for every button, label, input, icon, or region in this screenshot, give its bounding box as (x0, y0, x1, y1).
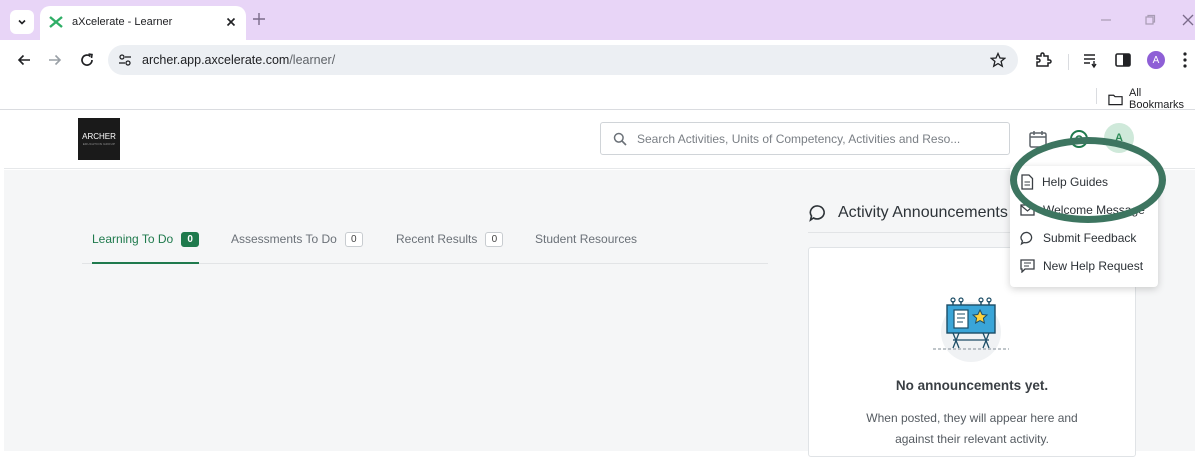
search-icon (613, 132, 627, 146)
tab-count-badge: 0 (485, 232, 504, 247)
message-icon (1020, 259, 1035, 273)
menu-item-label: Submit Feedback (1043, 231, 1137, 245)
calendar-icon[interactable] (1028, 129, 1048, 149)
url-host: archer.app.axcelerate.com (142, 53, 290, 67)
app-header: ARCHER EDUCATION GROUP A (4, 111, 1195, 169)
menu-item-new-help-request[interactable]: New Help Request (1020, 254, 1143, 278)
tab-close-button[interactable] (222, 13, 240, 31)
back-arrow-icon[interactable] (16, 52, 32, 68)
close-icon (226, 17, 236, 27)
document-icon (1021, 174, 1034, 190)
extensions-puzzle-icon[interactable] (1034, 51, 1052, 69)
empty-state-description: When posted, they will appear here and a… (866, 411, 1078, 446)
logo-text: ARCHER (82, 132, 116, 141)
speech-bubble-icon (1020, 231, 1033, 245)
browser-tab-active[interactable]: aXcelerate - Learner (40, 6, 246, 40)
learner-tabs: Learning To Do 0 Assessments To Do 0 Rec… (82, 232, 768, 264)
reload-icon[interactable] (79, 52, 95, 68)
site-info-tune-icon[interactable] (118, 53, 132, 67)
user-avatar[interactable]: A (1104, 123, 1134, 153)
help-dropdown-menu: Help Guides Welcome Message Submit Feedb… (1010, 166, 1158, 287)
global-search[interactable] (600, 122, 1010, 155)
billboard-illustration-icon (933, 297, 1009, 362)
tab-label: Learning To Do (92, 232, 174, 246)
empty-state-title: No announcements yet. (895, 378, 1049, 393)
chevron-down-icon (18, 19, 26, 25)
help-circle-icon[interactable] (1069, 129, 1089, 149)
toolbar-divider (1068, 54, 1069, 70)
address-bar[interactable]: archer.app.axcelerate.com/learner/ (108, 45, 1018, 75)
tab-label: Student Resources (535, 232, 638, 246)
menu-item-help-guides[interactable]: Help Guides (1020, 170, 1108, 194)
announcements-header: Activity Announcements (808, 203, 1008, 223)
tab-search-button[interactable] (10, 10, 34, 34)
archer-logo[interactable]: ARCHER EDUCATION GROUP (78, 118, 120, 160)
logo-subtext: EDUCATION GROUP (82, 142, 116, 146)
tab-student-resources[interactable]: Student Resources (535, 232, 637, 263)
kebab-menu-icon[interactable] (1182, 51, 1188, 69)
minimize-icon[interactable] (1100, 14, 1112, 26)
speech-bubble-icon (809, 205, 825, 222)
tab-label: Assessments To Do (231, 232, 337, 246)
announcements-title: Activity Announcements (838, 204, 1008, 221)
forward-arrow-icon[interactable] (47, 52, 63, 68)
axcelerate-favicon-icon (49, 16, 63, 28)
tab-title: aXcelerate - Learner (72, 16, 173, 28)
bookmarks-bar: All Bookmarks (0, 82, 1195, 111)
tab-label: Recent Results (396, 232, 478, 246)
tab-recent-results[interactable]: Recent Results 0 (396, 232, 504, 263)
url-text: archer.app.axcelerate.com/learner/ (142, 53, 335, 67)
profile-avatar[interactable]: A (1147, 51, 1165, 69)
bookmarks-divider (1096, 88, 1097, 104)
side-panel-icon[interactable] (1114, 51, 1132, 69)
window-close-icon[interactable] (1182, 14, 1194, 26)
tab-learning-to-do[interactable]: Learning To Do 0 (92, 232, 200, 264)
menu-item-label: Welcome Message (1043, 203, 1145, 217)
search-input[interactable] (637, 124, 1002, 153)
new-tab-plus-icon[interactable] (252, 12, 266, 26)
folder-icon (1108, 94, 1123, 105)
menu-item-label: Help Guides (1042, 175, 1109, 189)
menu-item-welcome-message[interactable]: Welcome Message (1020, 198, 1145, 222)
menu-item-label: New Help Request (1043, 259, 1144, 273)
restore-icon[interactable] (1144, 14, 1156, 26)
menu-item-submit-feedback[interactable]: Submit Feedback (1020, 226, 1136, 250)
envelope-icon (1020, 204, 1035, 216)
tab-assessments-to-do[interactable]: Assessments To Do 0 (231, 232, 363, 263)
tab-count-badge: 0 (344, 232, 363, 247)
all-bookmarks-label: All Bookmarks (1129, 87, 1185, 111)
url-path: /learner/ (289, 53, 336, 67)
reading-list-icon[interactable] (1082, 51, 1100, 69)
tab-count-badge: 0 (181, 232, 200, 247)
bookmark-star-icon[interactable] (990, 52, 1006, 68)
browser-tab-strip: aXcelerate - Learner (0, 0, 1195, 40)
all-bookmarks-button[interactable]: All Bookmarks (1108, 87, 1195, 111)
browser-toolbar: archer.app.axcelerate.com/learner/ A (0, 40, 1195, 82)
